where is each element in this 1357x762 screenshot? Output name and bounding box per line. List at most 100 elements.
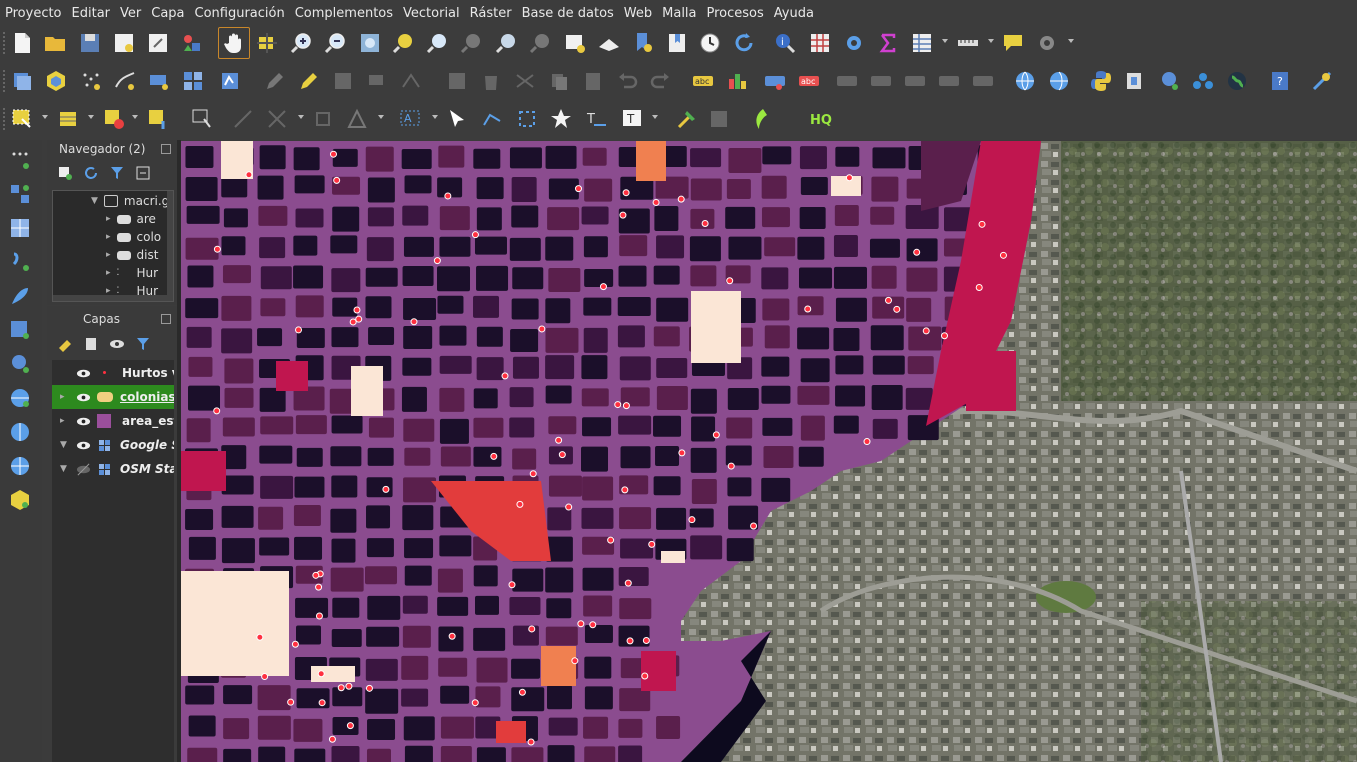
close-panel-icon[interactable] [161,144,171,154]
add-wms-layer-button[interactable] [1012,68,1038,94]
tree-item-layer[interactable]: ▸ colo [106,228,161,246]
expand-arrow-icon[interactable]: ▼ [60,464,67,474]
add-wms-button[interactable] [6,384,34,412]
modify-annotation-button[interactable] [444,106,470,132]
polygon-annotation-button[interactable] [514,106,540,132]
add-gpx-button[interactable] [6,248,34,276]
zoom-in-button[interactable] [289,30,315,56]
zoom-to-layer-button[interactable] [425,30,451,56]
advanced-digitize-button[interactable] [264,106,290,132]
paste-features-button[interactable] [580,68,606,94]
toolbox-button[interactable] [841,30,867,56]
new-print-layout-button[interactable] [111,30,137,56]
add-wfs-layer-button[interactable] [1046,68,1072,94]
tree-item-layer[interactable]: ▸ ⁚ Hur [106,264,158,282]
save-edits-button[interactable] [330,68,356,94]
pan-to-selection-button[interactable] [254,30,280,56]
add-vector-layer-button[interactable] [217,68,243,94]
eye-icon[interactable] [109,336,125,352]
add-feature-button[interactable] [364,68,390,94]
menu-item-procesos[interactable]: Procesos [702,0,769,27]
select-pointer-button[interactable] [189,106,215,132]
add-wcs-button[interactable] [6,418,34,446]
add-virtual-layer-button[interactable] [180,68,206,94]
earth-plugin-button[interactable] [1224,68,1250,94]
text-along-line-button[interactable]: T [583,106,609,132]
marker-annotation-button[interactable] [548,106,574,132]
zoom-full-button[interactable] [357,30,383,56]
refresh-icon[interactable] [83,165,99,181]
tree-item-layer[interactable]: ▸ are [106,210,156,228]
network-plugin-button[interactable] [1190,68,1216,94]
eye-hidden-icon[interactable] [76,462,91,477]
expand-arrow-icon[interactable]: ▼ [60,440,67,450]
undo-button[interactable] [614,68,640,94]
add-selected-icon[interactable] [57,165,73,181]
show-bookmarks-button[interactable] [664,30,690,56]
layer-diagram-button[interactable] [724,68,750,94]
eye-icon[interactable] [76,438,91,453]
tree-item-layer[interactable]: ▸ dist [106,246,158,264]
digitize-line-button[interactable] [112,68,138,94]
new-scratch-layer-button[interactable] [78,68,104,94]
measure-button[interactable] [955,30,981,56]
select-by-value-button[interactable] [55,106,81,132]
menu-item-configuración[interactable]: Configuración [190,0,290,27]
new-map-view-button[interactable] [562,30,588,56]
add-raster-layer-button[interactable] [6,214,34,242]
menu-item-vectorial[interactable]: Vectorial [398,0,465,27]
georeferencer-button[interactable] [674,106,700,132]
menu-item-proyecto[interactable]: Proyecto [0,0,67,27]
locator-plugin-button[interactable] [1309,68,1335,94]
edit-pencil-button[interactable] [262,68,288,94]
new-geopackage-layer-button[interactable] [43,68,69,94]
deselect-features-button[interactable] [101,106,127,132]
raster-tool-button[interactable] [706,106,732,132]
filter-legend-icon[interactable] [135,336,151,352]
layer-labeling-button[interactable]: abc [690,68,716,94]
eye-icon[interactable] [76,390,91,405]
select-location-button[interactable] [145,106,171,132]
zoom-last-button[interactable] [494,30,520,56]
plugin-tool-button[interactable] [1122,68,1148,94]
select-features-button[interactable] [9,106,35,132]
text-annotation-2-button[interactable]: T [619,106,645,132]
modify-attributes-button[interactable] [444,68,470,94]
zoom-next-button[interactable] [528,30,554,56]
expand-arrow-icon[interactable]: ▸ [106,232,111,242]
browser-vertical-scrollbar[interactable] [167,191,173,301]
toggle-editing-button[interactable] [296,68,322,94]
expand-arrow-icon[interactable]: ▸ [106,214,111,224]
menu-item-ayuda[interactable]: Ayuda [769,0,819,27]
rotate-label-button[interactable] [868,68,894,94]
add-spatialite-button[interactable] [6,282,34,310]
new-3d-view-button[interactable] [596,30,622,56]
save-project-button[interactable] [77,30,103,56]
open-table-button[interactable] [909,30,935,56]
map-tips-button[interactable] [1000,30,1026,56]
show-pinned-labels-button[interactable]: abc [796,68,822,94]
identify-features-button[interactable]: i [772,30,798,56]
new-polygon-layer-button[interactable] [146,68,172,94]
style-manager-button[interactable] [179,30,205,56]
cut-features-button[interactable] [512,68,538,94]
add-vector-tile-button[interactable] [6,316,34,344]
settings-button[interactable] [1034,30,1060,56]
collapse-all-icon[interactable] [135,165,151,181]
temporal-controller-button[interactable] [697,30,723,56]
menu-item-ráster[interactable]: Ráster [465,0,517,27]
map-canvas[interactable] [181,141,1357,762]
vertex-tool-button[interactable] [398,68,424,94]
python-console-button[interactable] [1088,68,1114,94]
menu-item-base-de-datos[interactable]: Base de datos [517,0,619,27]
filter-icon[interactable] [109,165,125,181]
delete-selected-button[interactable] [478,68,504,94]
new-project-button[interactable] [9,30,35,56]
open-attribute-table-button[interactable] [807,30,833,56]
layer-styling-icon[interactable] [57,336,73,352]
add-delimited-text-button[interactable] [6,146,34,174]
layer-row[interactable]: ▼ Google S [52,433,174,457]
add-geonode-button[interactable] [6,486,34,514]
menu-item-complementos[interactable]: Complementos [290,0,398,27]
close-panel-icon[interactable] [161,314,171,324]
